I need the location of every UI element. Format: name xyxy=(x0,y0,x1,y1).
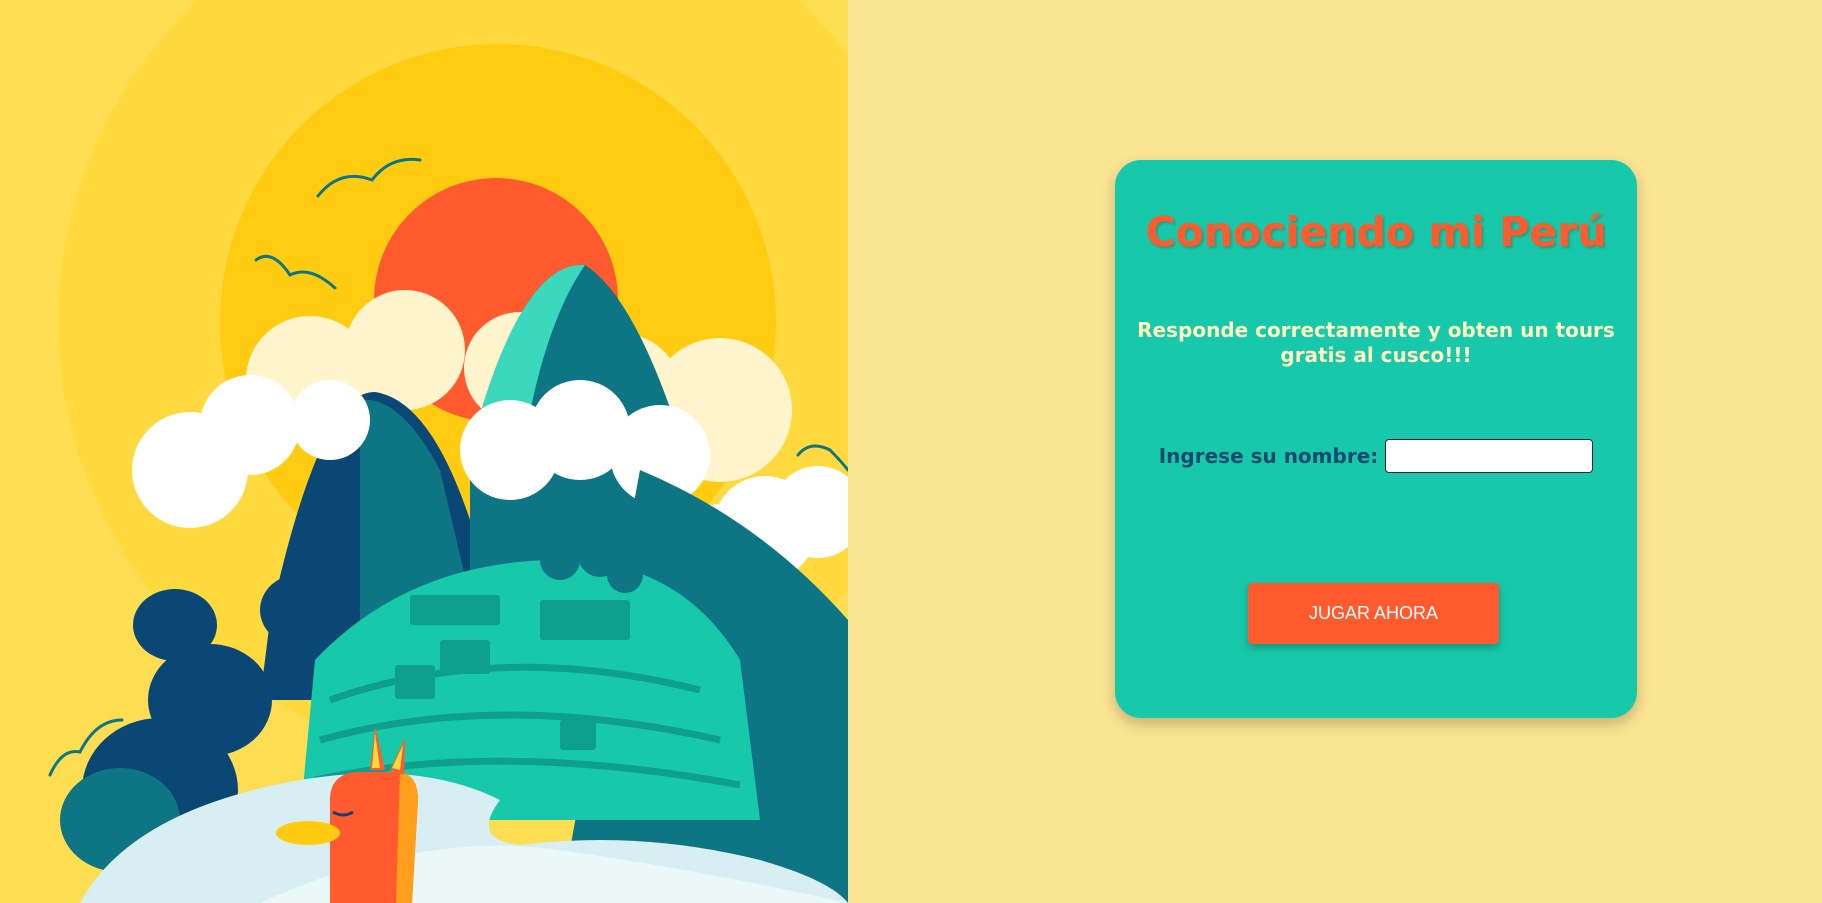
right-panel: Conociendo mi Perú Responde correctament… xyxy=(848,0,1822,903)
hero-illustration xyxy=(0,0,848,903)
machu-picchu-llama-icon xyxy=(48,0,848,903)
promo-subtitle: Responde correctamente y obten un tours … xyxy=(1137,318,1615,367)
name-label: Ingrese su nombre: xyxy=(1158,444,1379,468)
game-start-card: Conociendo mi Perú Responde correctament… xyxy=(1115,160,1637,718)
page-title: Conociendo mi Perú xyxy=(1145,208,1607,256)
name-input[interactable] xyxy=(1385,439,1594,473)
name-row: Ingrese su nombre: xyxy=(1115,436,1637,476)
play-now-button[interactable]: JUGAR AHORA xyxy=(1248,583,1499,644)
